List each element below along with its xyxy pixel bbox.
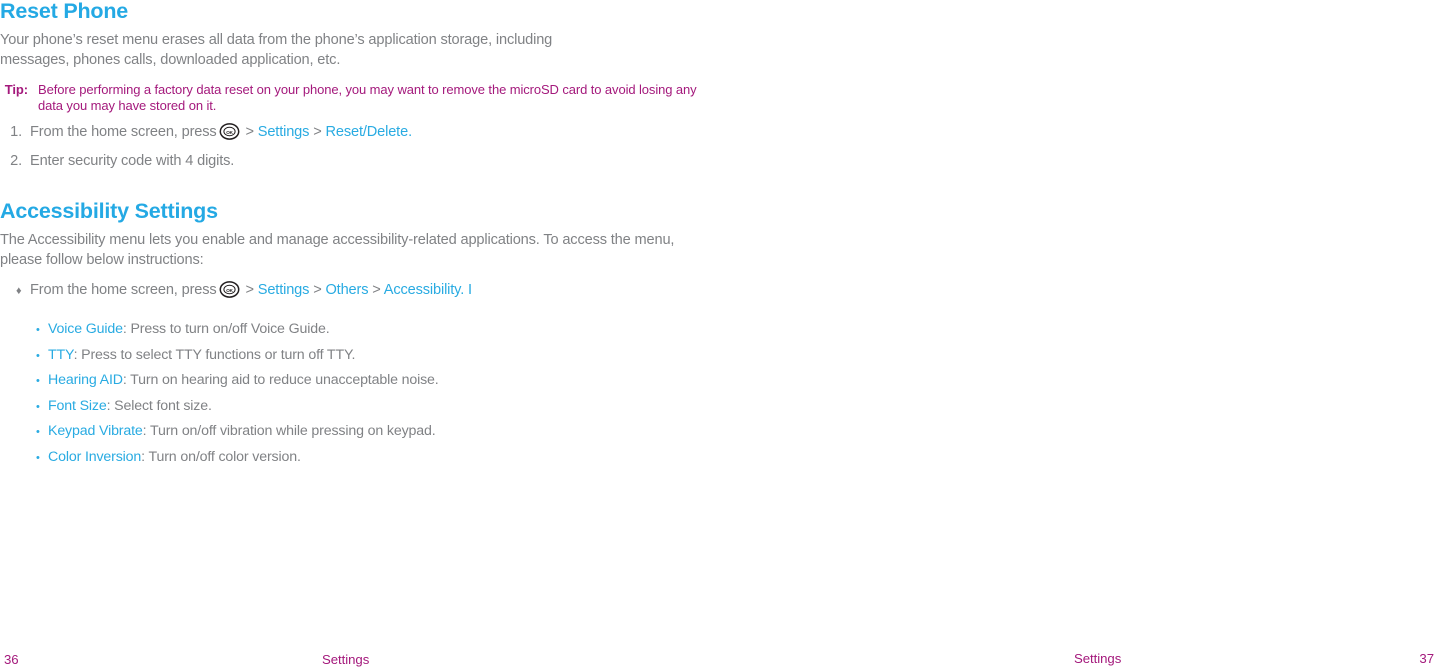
step-number: 2.	[10, 153, 22, 169]
list-item: • Hearing AID: Turn on hearing aid to re…	[36, 368, 690, 394]
bullet-icon: •	[36, 451, 40, 464]
link-reset-delete[interactable]: Reset/Delete	[325, 124, 408, 140]
reset-phone-steps: 1. From the home screen, press OK > Sett…	[0, 123, 690, 171]
accessibility-options-list: • Voice Guide: Press to turn on/off Voic…	[36, 317, 690, 470]
list-item: • Voice Guide: Press to turn on/off Voic…	[36, 317, 690, 343]
page-number: 37	[1419, 651, 1434, 666]
list-item: • Font Size: Select font size.	[36, 394, 690, 420]
bullet-icon: •	[36, 400, 40, 413]
page-spread: Reset Phone Your phone’s reset menu eras…	[0, 0, 1444, 669]
footer-section-label: Settings	[1074, 651, 1122, 666]
option-desc: : Turn on hearing aid to reduce unaccept…	[122, 372, 439, 388]
option-desc: : Press to select TTY functions or turn …	[73, 346, 356, 363]
option-term[interactable]: Voice Guide	[48, 321, 123, 337]
svg-text:OK: OK	[226, 288, 233, 293]
step-sep-1: >	[241, 124, 258, 140]
tip-block: Tip: Before performing a factory data re…	[0, 82, 700, 113]
option-desc: : Turn on/off color version.	[141, 448, 301, 465]
step-text: From the home screen, press OK > Setting…	[30, 123, 690, 142]
step-text: Enter security code with 4 digits.	[30, 153, 235, 169]
option-term[interactable]: Keypad Vibrate	[48, 423, 143, 439]
link-accessibility[interactable]: Accessibility	[384, 282, 461, 298]
page-right: Settings 37	[722, 0, 1444, 669]
option-row: Keypad Vibrate: Turn on/off vibration wh…	[48, 419, 690, 444]
link-settings[interactable]: Settings	[258, 282, 310, 298]
list-item: • TTY: Press to select TTY functions or …	[36, 343, 690, 369]
option-row: TTY: Press to select TTY functions or tu…	[48, 343, 690, 368]
bullet-icon: •	[36, 375, 40, 387]
option-desc: : Press to turn on/off Voice Guide.	[122, 321, 330, 337]
footer-right: Settings 37	[722, 639, 1444, 669]
link-settings[interactable]: Settings	[258, 124, 310, 140]
ok-key-icon[interactable]: OK	[219, 123, 240, 140]
list-item: 2. Enter security code with 4 digits.	[0, 152, 690, 171]
bullet-icon: •	[36, 324, 40, 336]
step-prefix: From the home screen, press	[30, 282, 217, 298]
page-number: 36	[4, 652, 19, 667]
heading-accessibility-settings: Accessibility Settings	[0, 199, 218, 223]
option-row: Color Inversion: Turn on/off color versi…	[48, 445, 690, 470]
bullet-icon: •	[36, 426, 40, 438]
link-others[interactable]: Others	[325, 282, 368, 298]
option-term[interactable]: Color Inversion	[48, 449, 141, 465]
option-term[interactable]: Font Size	[48, 398, 107, 414]
list-item: 1. From the home screen, press OK > Sett…	[0, 123, 690, 142]
diamond-bullet-icon: ♦	[16, 285, 22, 297]
tip-text: Before performing a factory data reset o…	[38, 82, 697, 113]
option-row: Font Size: Select font size.	[48, 394, 690, 419]
ok-key-icon[interactable]: OK	[219, 281, 240, 298]
option-term[interactable]: Hearing AID	[48, 372, 123, 388]
option-term[interactable]: TTY	[48, 347, 74, 363]
page-left-content: Reset Phone Your phone’s reset menu eras…	[0, 0, 697, 470]
accessibility-step-text: From the home screen, press OK > Setting…	[30, 281, 690, 300]
option-row: Voice Guide: Press to turn on/off Voice …	[48, 317, 690, 342]
reset-phone-intro: Your phone’s reset menu erases all data …	[0, 32, 553, 68]
accessibility-step-row: ♦ From the home screen, press OK > Setti…	[0, 281, 690, 301]
tip-label: Tip:	[4, 82, 28, 97]
option-row: Hearing AID: Turn on hearing aid to redu…	[48, 368, 690, 393]
accessibility-intro: The Accessibility menu lets you enable a…	[0, 232, 675, 268]
heading-reset-phone: Reset Phone	[0, 0, 129, 23]
step-sep-2: >	[309, 282, 326, 298]
option-desc: : Turn on/off vibration while pressing o…	[142, 423, 436, 439]
footer-section-label: Settings	[322, 652, 370, 667]
step-number: 1.	[10, 124, 22, 140]
list-item: • Keypad Vibrate: Turn on/off vibration …	[36, 419, 690, 445]
page-left: Reset Phone Your phone’s reset menu eras…	[0, 0, 722, 669]
step-sep-3: >	[368, 282, 384, 298]
list-item: • Color Inversion: Turn on/off color ver…	[36, 445, 690, 471]
svg-text:OK: OK	[226, 130, 233, 135]
step-suffix: . I	[460, 282, 472, 298]
step-sep-1: >	[241, 282, 258, 298]
step-prefix: From the home screen, press	[30, 124, 217, 140]
footer-left: 36 Settings	[0, 639, 722, 669]
step-sep-2: >	[309, 124, 326, 140]
bullet-icon: •	[36, 349, 40, 362]
option-desc: : Select font size.	[106, 397, 212, 414]
step-suffix: .	[408, 124, 412, 140]
